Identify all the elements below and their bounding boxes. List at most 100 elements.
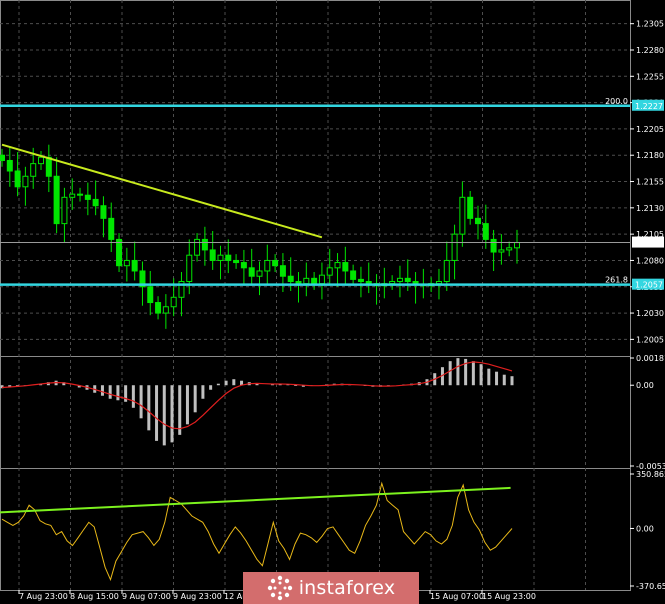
candle-body [404,277,411,282]
candle-body [365,280,372,285]
grid [0,0,631,591]
candle-body [77,193,84,196]
candle-body [194,238,201,256]
candle-body [311,277,318,285]
candle-body [334,262,341,269]
candle-body [100,205,107,219]
candle-body [92,198,99,207]
candle-body [506,247,513,251]
candle-body [287,275,294,282]
candle-body [357,278,364,282]
x-tick-label: 7 Aug 23:00 [19,592,68,601]
candle-body [162,306,169,314]
candle-body [30,163,37,177]
candle-body [0,154,5,161]
candle-body [147,286,154,304]
candle-body [248,267,255,277]
fib-level-label: 261.8 [605,276,628,285]
candle-body [256,270,263,277]
y-tick-label: 1.2280 [636,46,664,55]
candle-body [514,242,520,249]
instaforex-mark-icon [267,575,292,601]
candle-body [272,259,279,267]
y-tick-label: 1.2030 [636,309,664,318]
y-tick-label: 1.2130 [636,204,664,213]
candle-body [240,262,247,269]
candle-body [318,274,325,285]
y-tick-label: 1.2305 [636,20,664,29]
candle-body [61,196,68,225]
candle-body [443,259,450,282]
candle-body [69,193,76,198]
candle-body [225,254,232,261]
candle-body [326,267,333,276]
candle-body [264,259,271,272]
level-price-label: 1.2057 [635,281,663,290]
macd-panel [0,358,514,446]
candle-body [303,277,310,285]
y-tick-label: 1.2155 [636,178,664,187]
candle-body [389,280,396,285]
candle-body [53,175,60,225]
x-tick-label: 15 Aug 23:00 [482,592,536,601]
fib-level-label: 200.0 [605,97,628,106]
candle-body [22,175,29,188]
candle-body [6,159,13,172]
candle-body [155,302,162,314]
x-tick-label: 8 Aug 15:00 [70,592,119,601]
candle-body [350,270,357,280]
candle-body [279,265,286,277]
candle-body [490,238,497,253]
price-panel: 200.0 261.8 [0,97,630,329]
candle-body [342,262,349,272]
candle-body [217,254,224,261]
candle-body [459,196,466,235]
candle-body [396,277,403,282]
cci-tick-label: 0.00 [636,524,654,533]
candle-body [108,217,115,240]
candle-body [186,254,193,282]
cci-trendline [0,486,511,514]
candle-body [233,259,240,264]
y-tick-label: 1.2205 [636,125,664,134]
candle-body [45,156,52,177]
candle-body [14,170,21,188]
x-tick-label: 15 Aug 07:00 [430,592,484,601]
x-tick-label: 9 Aug 07:00 [122,592,171,601]
candle-body [435,280,442,285]
cci-tick-label: 350.8659 [636,470,665,479]
current-price-label: 1.2097 [635,239,663,248]
price-trendline [1,143,323,239]
panel-frame [0,0,631,357]
level-price-label: 1.2227 [635,102,663,111]
cci-panel [0,481,513,582]
macd-signal-line [1,361,513,430]
candle-body [498,249,505,253]
y-tick-label: 1.2180 [636,151,664,160]
y-tick-label: 1.2005 [636,335,664,344]
macd-tick-label: 0.00 [636,381,654,390]
candle-body [201,238,208,251]
instaforex-logo: instaforex [243,572,419,604]
y-tick-label: 1.2255 [636,72,664,81]
y-tick-label: 1.2080 [636,256,664,265]
logo-text: instaforex [298,577,396,599]
candle-body [467,196,474,219]
x-tick-label: 9 Aug 23:00 [173,592,222,601]
candle-body [116,238,123,267]
candle-body [123,259,130,267]
candle-body [451,233,458,261]
candle-body [209,249,216,261]
price-chart: 200.0261.8 1.23051.22801.22551.22301.220… [0,0,665,601]
cci-tick-label: -370.6577 [636,582,665,591]
candle-body [84,194,91,200]
candle-body [482,223,489,240]
panel-frame [0,356,631,469]
candle-body [474,217,481,225]
candle-body [170,296,177,308]
candle-body [295,280,302,285]
candle-body [131,259,138,272]
candle-body [38,156,45,165]
cci-line [1,481,513,582]
macd-tick-label: 0.00181 [636,354,665,363]
